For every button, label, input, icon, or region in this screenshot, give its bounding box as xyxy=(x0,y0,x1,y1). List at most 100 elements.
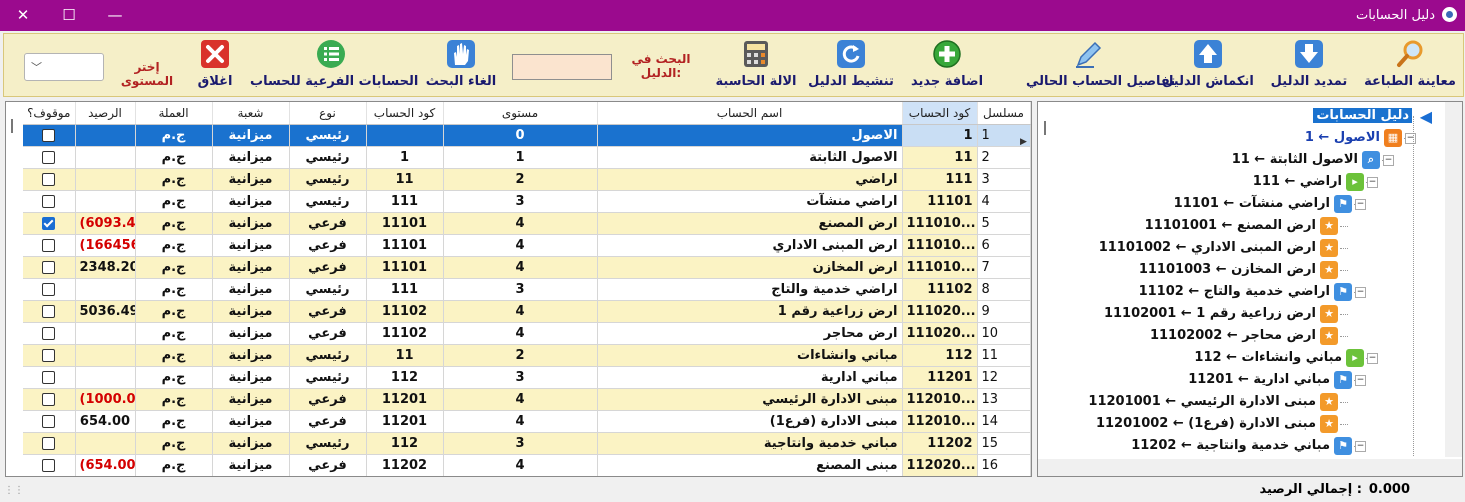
col-serial[interactable]: مسلسل xyxy=(977,102,1031,125)
close-window-button[interactable]: ✕ xyxy=(0,0,46,31)
table-row[interactable]: ج.م ميزانية رئيسي 0 الاصول 1 1 xyxy=(23,124,1031,147)
stopped-checkbox[interactable] xyxy=(42,459,56,472)
col-currency[interactable]: العملة xyxy=(135,102,213,125)
maximize-button[interactable]: ☐ xyxy=(46,0,92,31)
stopped-checkbox[interactable] xyxy=(42,371,56,384)
stopped-checkbox[interactable] xyxy=(42,415,56,428)
tree-node[interactable]: ▸ 111 ← اراضي xyxy=(1038,172,1364,192)
tree-node[interactable]: ▦ 1 ← الاصول xyxy=(1042,128,1402,148)
cell-stopped[interactable] xyxy=(23,256,76,279)
sub-accounts-button[interactable]: الحسابات الفرعية للحساب xyxy=(250,36,418,94)
account-details-button[interactable]: تفاصيل الحساب الحالي xyxy=(1026,36,1175,94)
cell-stopped[interactable] xyxy=(23,234,76,257)
cell-stopped[interactable] xyxy=(23,322,76,345)
tree-node[interactable]: ★ 11102001 ← ارض زراعية رقم 1 xyxy=(1038,304,1338,324)
stopped-checkbox[interactable] xyxy=(42,151,56,164)
collapse-tree-button[interactable]: انكماش الدليل xyxy=(1161,36,1255,94)
stopped-checkbox[interactable] xyxy=(42,349,56,362)
tree-node[interactable]: ★ 11101003 ← ارض المخازن xyxy=(1038,260,1338,280)
cell-stopped[interactable] xyxy=(23,388,76,411)
close-form-button[interactable]: اغلاق xyxy=(190,36,240,94)
cell-stopped[interactable] xyxy=(23,168,76,191)
table-row[interactable]: (1000.00)ج.مميزانيةفرعي112014مبنى الادار… xyxy=(23,388,1031,411)
table-row[interactable]: (6093.49)ج.مميزانيةفرعي111014ارض المصنع1… xyxy=(23,212,1031,235)
col-level[interactable]: مستوى xyxy=(443,102,598,125)
col-type[interactable]: نوع xyxy=(289,102,367,125)
collapse-toggle-icon[interactable]: − xyxy=(1367,177,1378,188)
col-balance[interactable]: الرصيد xyxy=(75,102,136,125)
cancel-search-button[interactable]: الغاء البحث xyxy=(420,36,502,94)
collapse-toggle-icon[interactable]: − xyxy=(1405,133,1416,144)
tree-node[interactable]: ⚑ 11102 ← اراضي خدمية والتاج xyxy=(1038,282,1352,302)
cell-stopped[interactable] xyxy=(23,410,76,433)
table-row[interactable]: 5036.49 ج.م ميزانية فرعي 11102 4 ارض زراعية رق… xyxy=(23,300,1031,323)
cell-stopped[interactable] xyxy=(23,146,76,169)
tree-node[interactable]: ★ 11201002 ← مبنى الادارة (فرع1) xyxy=(1038,414,1338,434)
tree-node[interactable]: ⚑ 11201 ← مباني ادارية xyxy=(1038,370,1352,390)
tree-node[interactable]: ★ 11201001 ← مبنى الادارة الرئيسي xyxy=(1038,392,1338,412)
stopped-checkbox[interactable] xyxy=(42,239,56,252)
collapse-toggle-icon[interactable]: − xyxy=(1355,441,1366,452)
cell-stopped[interactable] xyxy=(23,366,76,389)
stopped-checkbox[interactable] xyxy=(42,129,56,142)
stopped-checkbox[interactable] xyxy=(42,217,56,230)
table-row[interactable]: ج.م ميزانية رئيسي 111 3 اراضي منشآت 11101 4 xyxy=(23,190,1031,213)
col-stopped[interactable]: موقوف؟ xyxy=(23,102,76,125)
cell-stopped[interactable] xyxy=(23,212,76,235)
stopped-checkbox[interactable] xyxy=(42,173,56,186)
table-row[interactable]: ج.م ميزانية فرعي 11102 4 ارض محاجر 111020... 10 xyxy=(23,322,1031,345)
collapse-toggle-icon[interactable]: − xyxy=(1355,375,1366,386)
calculator-button[interactable]: الالة الحاسبة xyxy=(710,36,802,94)
table-row[interactable]: ج.م ميزانية رئيسي 11 2 اراضي 111 3 xyxy=(23,168,1031,191)
stopped-checkbox[interactable] xyxy=(42,195,56,208)
cell-stopped[interactable] xyxy=(23,432,76,455)
table-row[interactable]: (1664566.44)ج.مميزانيةفرعي111014ارض المب… xyxy=(23,234,1031,257)
collapse-toggle-icon[interactable]: − xyxy=(1355,199,1366,210)
expand-tree-button[interactable]: تمديد الدليل xyxy=(1266,36,1352,94)
tree-vertical-scrollbar[interactable] xyxy=(1445,102,1462,457)
minimize-button[interactable]: — xyxy=(92,0,138,31)
search-input[interactable] xyxy=(512,54,612,80)
cell-stopped[interactable] xyxy=(23,124,76,147)
tree-node[interactable]: ⚑ 11101 ← اراضي منشآت xyxy=(1038,194,1352,214)
tree-node[interactable]: ★ 11101001 ← ارض المصنع xyxy=(1038,216,1338,236)
level-select[interactable]: ﹀ xyxy=(24,53,104,81)
collapse-toggle-icon[interactable]: − xyxy=(1383,155,1394,166)
table-row[interactable]: ج.م ميزانية رئيسي 112 3 مباني خدمية وانتاجية 1… xyxy=(23,432,1031,455)
table-row[interactable]: ج.م ميزانية رئيسي 1 1 الاصول الثابتة 11 2 xyxy=(23,146,1031,169)
tree-horizontal-scrollbar[interactable] xyxy=(1038,459,1462,476)
col-code[interactable]: كود الحساب xyxy=(902,102,978,125)
tree-node[interactable]: ⚑ 11202 ← مباني خدمية وانتاجية xyxy=(1038,436,1352,456)
table-row[interactable]: 654.00 ج.م ميزانية فرعي 11201 4 مبنى الادارة (… xyxy=(23,410,1031,433)
table-row[interactable]: 2348.20 ج.م ميزانية فرعي 11101 4 ارض المخازن 11… xyxy=(23,256,1031,279)
cell-stopped[interactable] xyxy=(23,344,76,367)
stopped-checkbox[interactable] xyxy=(42,393,56,406)
tree-root[interactable]: دليل الحسابات ◀ xyxy=(1292,106,1432,126)
collapse-toggle-icon[interactable]: − xyxy=(1367,353,1378,364)
stopped-checkbox[interactable] xyxy=(42,305,56,318)
stopped-checkbox[interactable] xyxy=(42,437,56,450)
table-row[interactable]: (654.00)ج.مميزانيةفرعي112024مبنى المصنع1… xyxy=(23,454,1031,476)
tree-node[interactable]: ▸ 112 ← مباني وانشاءات xyxy=(1038,348,1364,368)
table-row[interactable]: ج.م ميزانية رئيسي 111 3 اراضي خدمية والتاج 111… xyxy=(23,278,1031,301)
table-row[interactable]: ج.م ميزانية رئيسي 11 2 مباني وانشاءات 112 11 xyxy=(23,344,1031,367)
refresh-tree-button[interactable]: تنشيط الدليل xyxy=(804,36,898,94)
cell-stopped[interactable] xyxy=(23,300,76,323)
col-name[interactable]: اسم الحساب xyxy=(597,102,903,125)
print-preview-button[interactable]: معاينة الطباعة xyxy=(1360,36,1460,94)
col-branch[interactable]: شعبة xyxy=(212,102,290,125)
col-parent-code[interactable]: كود الحساب xyxy=(366,102,444,125)
tree-node[interactable]: ★ 11101002 ← ارض المبنى الاداري xyxy=(1038,238,1338,258)
tree-node[interactable]: ⌕ 11 ← الاصول الثابتة xyxy=(1038,150,1380,170)
cell-stopped[interactable] xyxy=(23,278,76,301)
collapse-toggle-icon[interactable]: − xyxy=(1355,287,1366,298)
cell-stopped[interactable] xyxy=(23,454,76,476)
resize-grip[interactable]: ⋮⋮ xyxy=(4,485,24,496)
stopped-checkbox[interactable] xyxy=(42,327,56,340)
stopped-checkbox[interactable] xyxy=(42,261,56,274)
add-new-button[interactable]: اضافة جديد xyxy=(904,36,990,94)
tree-node[interactable]: ★ 11102002 ← ارض محاجر xyxy=(1038,326,1338,346)
stopped-checkbox[interactable] xyxy=(42,283,56,296)
cell-stopped[interactable] xyxy=(23,190,76,213)
grid-resize-grip[interactable] xyxy=(11,119,13,133)
